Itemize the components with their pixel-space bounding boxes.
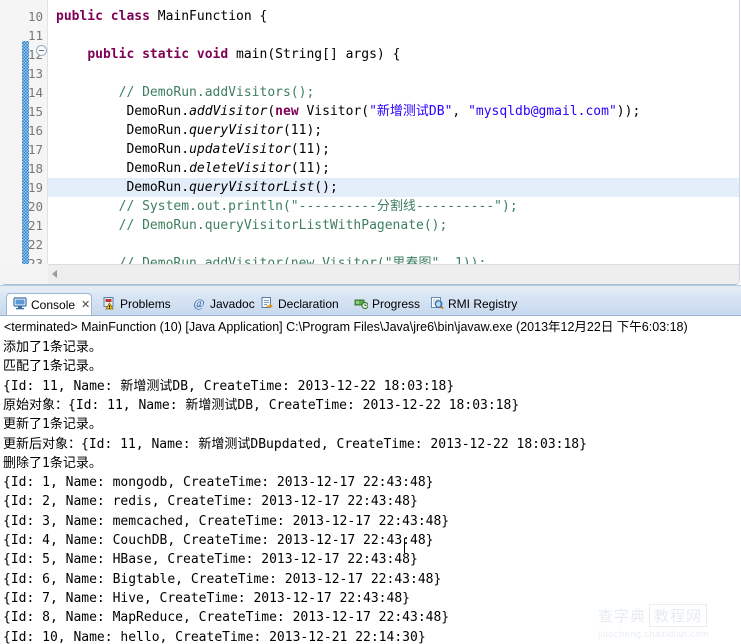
code-line[interactable]: DemoRun.queryVisitorList();: [48, 178, 739, 197]
console-output-line: {Id: 3, Name: memcached, CreateTime: 201…: [3, 513, 450, 529]
rmi-registry-icon: [430, 296, 444, 313]
code-line[interactable]: public class MainFunction {: [48, 7, 739, 26]
console-output-line: 匹配了1条记录。: [3, 359, 102, 375]
console-output-line: {Id: 6, Name: Bigtable, CreateTime: 2013…: [3, 571, 442, 587]
line-number: 14: [27, 85, 43, 100]
code-editor-frame: 1011121314151617181920212223 public clas…: [0, 0, 740, 285]
console-output-line: {Id: 5, Name: HBase, CreateTime: 2013-12…: [3, 552, 418, 568]
tab-console[interactable]: Console ✕: [6, 293, 92, 315]
tab-declaration[interactable]: Declaration: [254, 293, 354, 315]
declaration-icon: [260, 296, 274, 313]
eclipse-ide-window: 1011121314151617181920212223 public clas…: [0, 0, 741, 644]
line-number: 20: [27, 199, 43, 214]
tab-label: Javadoc: [210, 297, 255, 311]
code-line-text: // DemoRun.addVisitors();: [56, 85, 315, 100]
code-line[interactable]: DemoRun.addVisitor(new Visitor("新增测试DB",…: [48, 102, 739, 121]
line-number: 19: [27, 180, 43, 195]
code-line[interactable]: // DemoRun.queryVisitorListWithPagenate(…: [48, 216, 739, 235]
text-caret: [404, 538, 405, 553]
line-number: 13: [27, 66, 43, 81]
console-output-line: 更新后对象：{Id: 11, Name: 新增测试DBupdated, Crea…: [3, 436, 587, 452]
code-line-text: public class MainFunction {: [56, 9, 268, 24]
code-line-text: DemoRun.addVisitor(new Visitor("新增测试DB",…: [56, 104, 641, 119]
line-number: 10: [27, 9, 43, 24]
code-line[interactable]: [48, 26, 739, 45]
code-line-text: public static void main(String[] args) {: [87, 47, 401, 62]
code-line[interactable]: [48, 235, 739, 254]
tab-label: Declaration: [278, 297, 339, 311]
scroll-left-arrow-icon[interactable]: [52, 270, 57, 278]
editor-scroll-corner: [0, 264, 48, 284]
tab-label: RMI Registry: [448, 297, 518, 311]
line-number: 21: [27, 218, 43, 233]
console-icon: [13, 296, 27, 313]
code-line-text: DemoRun.updateVisitor(11);: [56, 142, 330, 157]
code-text-area[interactable]: public class MainFunction { public stati…: [48, 0, 739, 264]
console-output-line: {Id: 11, Name: 新增测试DB, CreateTime: 2013-…: [3, 378, 455, 394]
console-output-line: {Id: 1, Name: mongodb, CreateTime: 2013-…: [3, 475, 434, 491]
line-number: 18: [27, 161, 43, 176]
progress-icon: [354, 296, 369, 313]
console-output-line: 添加了1条记录。: [3, 340, 102, 355]
code-line[interactable]: DemoRun.queryVisitor(11);: [48, 121, 739, 140]
editor-horizontal-scrollbar[interactable]: [48, 264, 739, 284]
fold-collapse-icon[interactable]: [36, 45, 47, 56]
console-terminated-header: <terminated> MainFunction (10) [Java App…: [4, 320, 688, 334]
console-output-body[interactable]: <terminated> MainFunction (10) [Java App…: [0, 315, 741, 644]
console-view-panel: Console ✕ Problems @ Javadoc Declaration Progr…: [0, 292, 741, 644]
tab-label: Problems: [120, 297, 171, 311]
code-line[interactable]: public static void main(String[] args) {: [48, 45, 739, 64]
code-line[interactable]: [48, 64, 739, 83]
console-output-line: {Id: 8, Name: MapReduce, CreateTime: 201…: [3, 610, 450, 626]
console-output-line: {Id: 2, Name: redis, CreateTime: 2013-12…: [3, 494, 418, 510]
console-output-line: {Id: 10, Name: hello, CreateTime: 2013-1…: [3, 629, 426, 644]
code-line-text: // DemoRun.addVisitor(new Visitor("思春图",…: [56, 256, 487, 264]
console-tab-bar: Console ✕ Problems @ Javadoc Declaration Progr…: [0, 292, 741, 315]
tab-rmi-registry[interactable]: RMI Registry: [424, 293, 534, 315]
line-number: 22: [27, 237, 43, 252]
code-line-text: DemoRun.queryVisitorList();: [56, 180, 338, 195]
svg-text:@: @: [193, 296, 204, 310]
code-line[interactable]: // System.out.println("----------分割线----…: [48, 197, 739, 216]
console-output-line: {Id: 7, Name: Hive, CreateTime: 2013-12-…: [3, 590, 410, 606]
problems-icon: [102, 296, 116, 313]
code-line-text: DemoRun.queryVisitor(11);: [56, 123, 323, 138]
tab-label: Console: [31, 297, 76, 312]
code-editor-panel: 1011121314151617181920212223 public clas…: [0, 0, 741, 286]
tab-progress[interactable]: Progress: [348, 293, 434, 315]
code-line[interactable]: DemoRun.updateVisitor(11);: [48, 140, 739, 159]
line-number: 17: [27, 142, 43, 157]
line-number: 15: [27, 104, 43, 119]
code-line[interactable]: // DemoRun.addVisitor(new Visitor("思春图",…: [48, 254, 739, 264]
javadoc-icon: @: [192, 296, 206, 313]
console-output-line: 删除了1条记录。: [3, 455, 102, 471]
line-number: 11: [27, 28, 43, 43]
console-output-line: 原始对象：{Id: 11, Name: 新增测试DB, CreateTime: …: [3, 397, 520, 413]
close-icon[interactable]: ✕: [81, 298, 90, 311]
tab-label: Progress: [372, 297, 421, 311]
console-output-line: {Id: 4, Name: CouchDB, CreateTime: 2013-…: [3, 533, 434, 548]
console-output-line: 更新了1条记录。: [3, 417, 102, 433]
tab-problems[interactable]: Problems: [96, 293, 184, 315]
code-line-text: DemoRun.deleteVisitor(11);: [56, 161, 330, 176]
editor-gutter[interactable]: 1011121314151617181920212223: [0, 0, 48, 271]
line-number: 16: [27, 123, 43, 138]
code-line[interactable]: DemoRun.deleteVisitor(11);: [48, 159, 739, 178]
code-line-text: // System.out.println("----------分割线----…: [56, 199, 518, 214]
code-line-text: // DemoRun.queryVisitorListWithPagenate(…: [56, 218, 448, 233]
code-line[interactable]: // DemoRun.addVisitors();: [48, 83, 739, 102]
